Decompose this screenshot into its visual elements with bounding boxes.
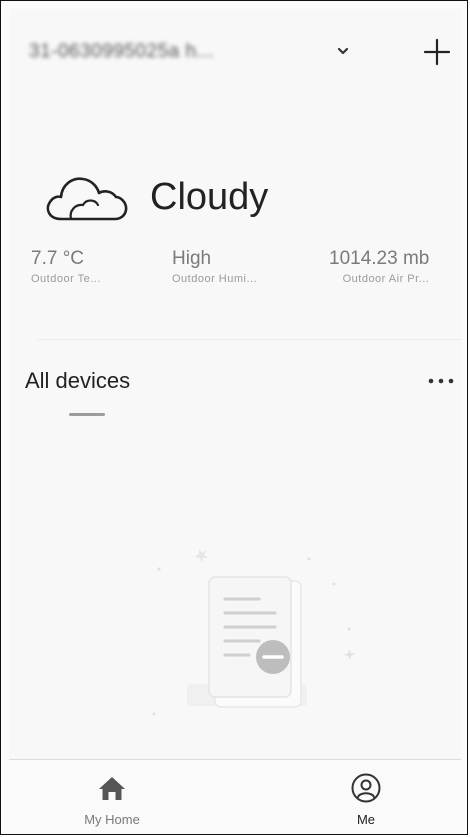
home-icon — [99, 777, 125, 800]
stat-outdoor-air-pressure[interactable]: 1014.23 mb Outdoor Air Pr... — [329, 247, 429, 287]
app-screen: 31-0630995025a h... Cloudy 7.7 °C Outdoo… — [9, 9, 461, 830]
empty-document-illustration — [152, 549, 355, 716]
plus-icon[interactable] — [421, 36, 453, 68]
stat-value: High — [172, 248, 212, 269]
tab-label: Me — [356, 812, 376, 827]
tab-label: My Home — [84, 812, 140, 827]
stat-outdoor-humidity[interactable]: High Outdoor Humi... — [172, 247, 257, 287]
bottom-tab-bar: My Home Me — [9, 759, 461, 830]
tab-me[interactable]: Me — [291, 760, 441, 830]
stat-outdoor-temperature[interactable]: 7.7 °C Outdoor Te... — [31, 247, 101, 287]
all-devices-title[interactable]: All devices — [25, 366, 130, 396]
user-icon — [351, 773, 381, 803]
stat-label: Outdoor Air Pr... — [342, 273, 430, 285]
header: 31-0630995025a h... — [9, 9, 461, 89]
stat-value: 1014.23 mb — [329, 248, 430, 269]
tab-my-home[interactable]: My Home — [37, 760, 187, 830]
more-horizontal-icon[interactable] — [425, 371, 457, 391]
cloud-icon — [46, 177, 128, 221]
tab-indicator — [69, 413, 105, 416]
chevron-down-icon[interactable] — [333, 41, 353, 61]
stat-value: 7.7 °C — [31, 248, 85, 269]
screen-frame: 31-0630995025a h... Cloudy 7.7 °C Outdoo… — [0, 0, 468, 835]
home-name[interactable]: 31-0630995025a h... — [29, 37, 319, 67]
stat-label: Outdoor Te... — [31, 273, 101, 285]
stat-label: Outdoor Humi... — [172, 273, 258, 285]
weather-condition: Cloudy — [150, 176, 269, 218]
divider — [37, 339, 461, 340]
